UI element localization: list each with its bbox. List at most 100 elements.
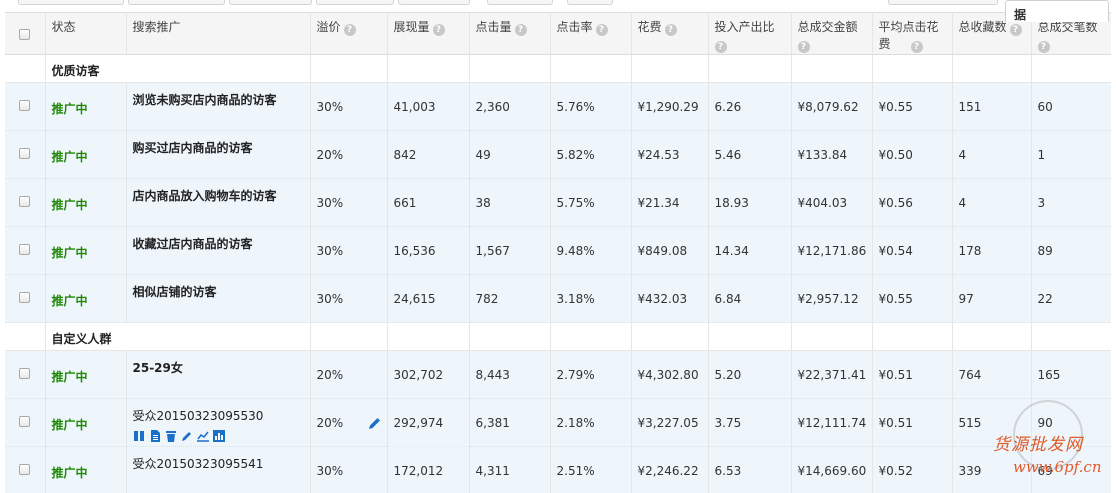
help-icon[interactable]: ? <box>514 24 527 36</box>
select-all-checkbox[interactable] <box>19 29 31 40</box>
header-clicks[interactable]: 点击量? <box>469 12 551 55</box>
help-icon[interactable]: ? <box>595 24 608 36</box>
toolbar-button-3[interactable] <box>229 0 312 5</box>
toolbar-button-5[interactable] <box>398 0 470 5</box>
header-cost[interactable]: 花费? <box>631 12 709 55</box>
row-checkbox[interactable] <box>19 416 31 427</box>
header-ctr[interactable]: 点击率? <box>550 12 632 55</box>
target-name[interactable]: 相似店铺的访客 <box>133 283 304 300</box>
toolbar-button-7[interactable] <box>567 0 613 5</box>
toolbar-button-6[interactable] <box>487 0 553 5</box>
cell-value: 14.34 <box>714 244 749 258</box>
orders-cell: 3 <box>1031 178 1111 227</box>
help-icon[interactable]: ? <box>664 24 677 36</box>
cell-value: 2.79% <box>556 368 595 382</box>
row-checkbox[interactable] <box>19 196 31 207</box>
target-name[interactable]: 店内商品放入购物车的访客 <box>133 187 304 204</box>
table-row[interactable]: 推广中 购买过店内商品的访客 20% 842 49 5.82% ¥24.53 5.46 ¥133… <box>5 130 1111 179</box>
header-status[interactable]: 状态 <box>45 12 127 55</box>
help-icon[interactable]: ? <box>1037 41 1050 53</box>
cell-value: ¥432.03 <box>637 292 688 306</box>
target-name[interactable]: 购买过店内商品的访客 <box>133 139 304 156</box>
header-label: 总成交笔数 <box>1037 20 1098 34</box>
row-select-cell <box>5 446 46 493</box>
trash-icon[interactable] <box>165 430 177 442</box>
edit-icon[interactable] <box>181 430 193 442</box>
table-row[interactable]: 推广中 收藏过店内商品的访客 30% 16,536 1,567 9.48% ¥849.08 1… <box>5 226 1111 275</box>
header-avg-cpc[interactable]: 平均点击花费? <box>872 12 953 55</box>
cell-value: 661 <box>393 196 417 210</box>
document-icon[interactable] <box>149 429 161 442</box>
group-spacer <box>5 322 46 351</box>
premium-cell: 20% <box>310 130 388 179</box>
cell-value: 4 <box>958 148 967 162</box>
cell-value: 1,567 <box>475 244 510 258</box>
header-impressions[interactable]: 展现量? <box>387 12 470 55</box>
cell-value: 60 <box>1037 100 1053 114</box>
table-row[interactable]: 推广中 25-29女 20% 302,702 8,443 2.79% ¥4,302.80 5.… <box>5 350 1111 399</box>
toolbar-button-8[interactable] <box>888 0 998 5</box>
cost-cell: ¥24.53 <box>631 130 709 179</box>
target-name[interactable]: 收藏过店内商品的访客 <box>133 235 304 252</box>
header-search-promotion[interactable]: 搜索推广 <box>126 12 311 55</box>
orders-cell: 165 <box>1031 350 1111 399</box>
target-name[interactable]: 受众20150323095530 <box>133 407 304 424</box>
cell-value: ¥0.51 <box>878 416 913 430</box>
cell-value: 5.82% <box>556 148 595 162</box>
target-name[interactable]: 受众20150323095541 <box>133 455 304 472</box>
toolbar-button-1[interactable] <box>18 0 124 5</box>
impressions-cell: 16,536 <box>387 226 470 275</box>
clicks-cell: 8,443 <box>469 350 551 399</box>
row-checkbox[interactable] <box>19 148 31 159</box>
roi-cell: 3.75 <box>708 398 792 447</box>
help-icon[interactable]: ? <box>1009 24 1022 36</box>
table-row[interactable]: 推广中 浏览未购买店内商品的访客 30% 41,003 2,360 5.76% ¥1,290… <box>5 82 1111 131</box>
target-name[interactable]: 浏览未购买店内商品的访客 <box>133 91 304 108</box>
cell-value: 3 <box>1037 196 1046 210</box>
premium-cell: 30% <box>310 446 388 493</box>
header-roi[interactable]: 投入产出比? <box>708 12 792 55</box>
clicks-cell: 6,381 <box>469 398 551 447</box>
cell-value: 20% <box>316 148 344 162</box>
clicks-cell: 4,311 <box>469 446 551 493</box>
cell-value: 782 <box>475 292 499 306</box>
status-cell: 推广中 <box>45 82 127 131</box>
cell-value: ¥0.51 <box>878 368 913 382</box>
row-checkbox[interactable] <box>19 368 31 379</box>
header-label: 总成交金额 <box>797 20 858 34</box>
cell-value: ¥2,246.22 <box>637 464 699 478</box>
trend-chart-icon[interactable] <box>196 430 209 442</box>
row-checkbox[interactable] <box>19 464 31 475</box>
report-icon[interactable] <box>212 429 225 442</box>
target-name-cell: 受众20150323095530 <box>126 398 311 447</box>
header-premium[interactable]: 溢价? <box>310 12 388 55</box>
row-checkbox[interactable] <box>19 100 31 111</box>
data-tab-label: 据 <box>1014 8 1027 22</box>
data-tab[interactable]: 据 <box>1005 0 1109 22</box>
row-action-bar <box>133 428 304 442</box>
header-label: 投入产出比 <box>714 20 775 34</box>
help-icon[interactable]: ? <box>797 41 810 53</box>
help-icon[interactable]: ? <box>714 41 727 53</box>
table-row[interactable]: 推广中 受众20150323095541 30% 172,012 4,311 2.51% ¥… <box>5 446 1111 493</box>
target-name[interactable]: 25-29女 <box>133 359 304 376</box>
cost-cell: ¥432.03 <box>631 274 709 323</box>
header-gmv[interactable]: 总成交金额? <box>791 12 873 55</box>
toolbar-button-4[interactable] <box>316 0 394 5</box>
cell-value: 172,012 <box>393 464 444 478</box>
edit-premium-icon[interactable] <box>368 417 381 430</box>
table-row[interactable]: 推广中 相似店铺的访客 30% 24,615 782 3.18% ¥432.03 6.84 ¥2… <box>5 274 1111 323</box>
help-icon[interactable]: ? <box>343 24 356 36</box>
cell-value: 2.18% <box>556 416 595 430</box>
gmv-cell: ¥2,957.12 <box>791 274 873 323</box>
table-row[interactable]: 推广中 受众20150323095530 20% 292,974 6,381 2.18% ¥… <box>5 398 1111 447</box>
help-icon[interactable]: ? <box>432 24 445 36</box>
header-label: 搜索推广 <box>132 20 181 34</box>
toolbar-button-2[interactable] <box>128 0 225 5</box>
target-name-cell: 店内商品放入购物车的访客 <box>126 178 311 227</box>
row-checkbox[interactable] <box>19 292 31 303</box>
help-icon[interactable]: ? <box>910 41 923 53</box>
pause-icon[interactable] <box>133 430 145 442</box>
row-checkbox[interactable] <box>19 244 31 255</box>
table-row[interactable]: 推广中 店内商品放入购物车的访客 30% 661 38 5.75% ¥21.34 18.93 ¥… <box>5 178 1111 227</box>
